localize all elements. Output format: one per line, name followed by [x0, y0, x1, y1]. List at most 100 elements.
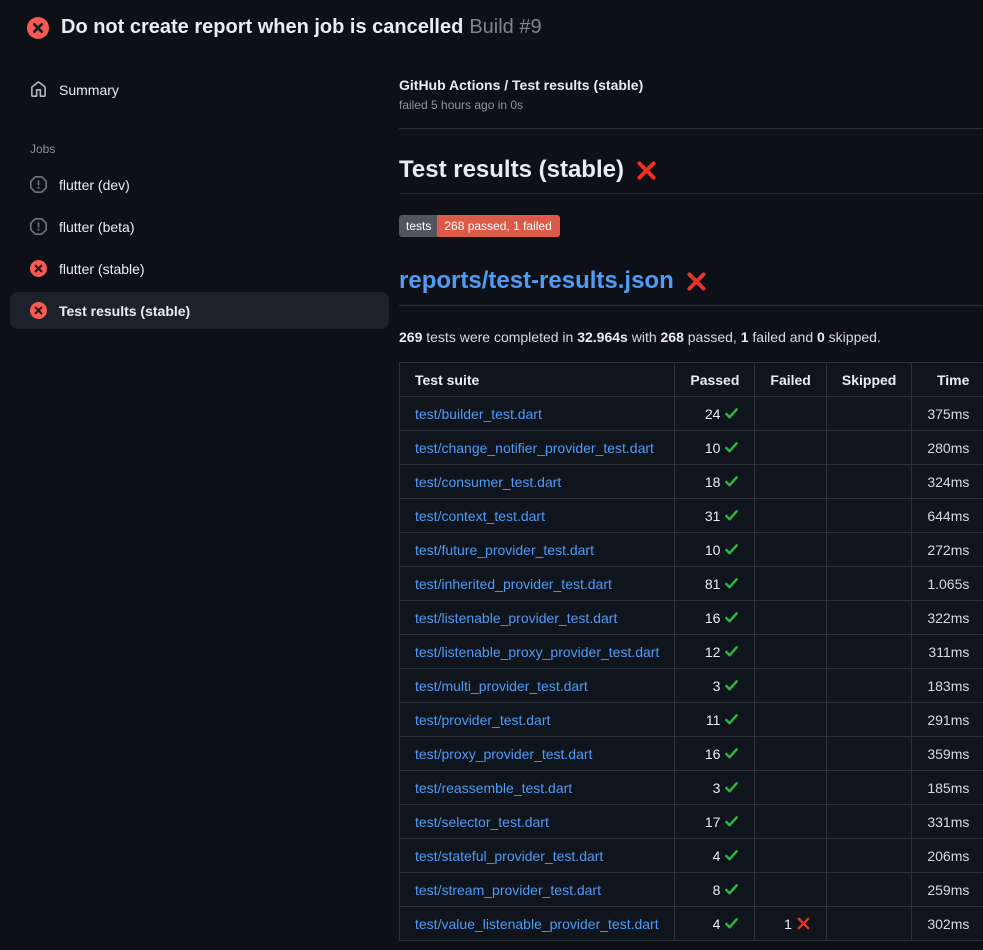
passed-cell: 16	[675, 601, 755, 635]
failed-cell	[755, 873, 826, 907]
check-icon	[724, 576, 739, 591]
sidebar-job-item[interactable]: Test results (stable)	[10, 292, 389, 329]
time-cell: 331ms	[912, 805, 983, 839]
failed-cell	[755, 601, 826, 635]
suite-cell: test/consumer_test.dart	[400, 465, 675, 499]
main-content: GitHub Actions / Test results (stable) f…	[399, 49, 983, 941]
sidebar-job-item[interactable]: flutter (stable)	[10, 250, 389, 287]
divider	[399, 128, 983, 129]
summary-fragment: 32.964s	[577, 329, 628, 345]
stop-icon	[30, 218, 47, 235]
table-row: test/inherited_provider_test.dart 81 1.065…	[400, 567, 983, 601]
jobs-list: flutter (dev) flutter (beta) flutter (stab…	[10, 166, 389, 329]
summary-fragment: skipped.	[825, 329, 881, 345]
column-header: Failed	[755, 363, 826, 397]
skipped-cell	[826, 873, 911, 907]
check-icon	[724, 610, 739, 625]
check-icon	[724, 916, 739, 931]
badge-label: tests	[399, 215, 437, 237]
table-row: test/provider_test.dart 11 291ms	[400, 703, 983, 737]
skipped-cell	[826, 499, 911, 533]
suite-cell: test/selector_test.dart	[400, 805, 675, 839]
suite-cell: test/builder_test.dart	[400, 397, 675, 431]
run-title-line: Do not create report when job is cancell…	[61, 16, 542, 39]
suite-cell: test/provider_test.dart	[400, 703, 675, 737]
check-icon	[724, 440, 739, 455]
time-cell: 302ms	[912, 907, 983, 941]
suite-cell: test/inherited_provider_test.dart	[400, 567, 675, 601]
failed-cell	[755, 669, 826, 703]
table-row: test/change_notifier_provider_test.dart1…	[400, 431, 983, 465]
check-icon	[724, 678, 739, 693]
passed-cell: 11	[675, 703, 755, 737]
report-title: reports/test-results.json	[399, 267, 983, 306]
test-suite-link[interactable]: test/stateful_provider_test.dart	[415, 848, 603, 864]
failed-cell	[755, 499, 826, 533]
test-suite-link[interactable]: test/listenable_provider_test.dart	[415, 610, 617, 626]
section-title: Test results (stable)	[399, 156, 983, 194]
cross-mark-icon	[686, 271, 707, 292]
table-row: test/stateful_provider_test.dart4206ms	[400, 839, 983, 873]
failed-cell	[755, 567, 826, 601]
time-cell: 644ms	[912, 499, 983, 533]
test-suite-link[interactable]: test/reassemble_test.dart	[415, 780, 572, 796]
test-suite-link[interactable]: test/future_provider_test.dart	[415, 542, 594, 558]
table-row: test/selector_test.dart17331ms	[400, 805, 983, 839]
test-suite-link[interactable]: test/proxy_provider_test.dart	[415, 746, 592, 762]
time-cell: 291ms	[912, 703, 983, 737]
test-results-table: Test suitePassedFailedSkippedTime test/b…	[399, 362, 983, 941]
test-suite-link[interactable]: test/change_notifier_provider_test.dart	[415, 440, 654, 456]
summary-fragment: failed and	[749, 329, 818, 345]
test-suite-link[interactable]: test/consumer_test.dart	[415, 474, 561, 490]
table-row: test/context_test.dart31644ms	[400, 499, 983, 533]
test-suite-link[interactable]: test/value_listenable_provider_test.dart	[415, 916, 659, 932]
test-suite-link[interactable]: test/listenable_proxy_provider_test.dart	[415, 644, 659, 660]
test-suite-link[interactable]: test/stream_provider_test.dart	[415, 882, 601, 898]
test-suite-link[interactable]: test/provider_test.dart	[415, 712, 550, 728]
sidebar-job-item[interactable]: flutter (beta)	[10, 208, 389, 245]
suite-cell: test/context_test.dart	[400, 499, 675, 533]
table-row: test/consumer_test.dart18324ms	[400, 465, 983, 499]
job-label: flutter (dev)	[59, 177, 130, 193]
time-cell: 183ms	[912, 669, 983, 703]
summary-fragment: tests were completed in	[422, 329, 577, 345]
passed-cell: 3	[675, 669, 755, 703]
x-circle-fill-icon	[30, 302, 47, 319]
suite-cell: test/listenable_proxy_provider_test.dart	[400, 635, 675, 669]
sidebar: Summary Jobs flutter (dev) flutter (beta)…	[0, 49, 399, 334]
skipped-cell	[826, 431, 911, 465]
report-file-link[interactable]: reports/test-results.json	[399, 267, 674, 295]
skipped-cell	[826, 635, 911, 669]
x-circle-fill-icon	[27, 17, 49, 39]
test-suite-link[interactable]: test/context_test.dart	[415, 508, 545, 524]
check-icon	[724, 746, 739, 761]
test-suite-link[interactable]: test/selector_test.dart	[415, 814, 549, 830]
summary-fragment: with	[628, 329, 661, 345]
time-cell: 206ms	[912, 839, 983, 873]
table-row: test/listenable_provider_test.dart 16 322m…	[400, 601, 983, 635]
time-cell: 375ms	[912, 397, 983, 431]
passed-cell: 81	[675, 567, 755, 601]
skipped-cell	[826, 703, 911, 737]
table-row: test/future_provider_test.dart10272ms	[400, 533, 983, 567]
suite-cell: test/future_provider_test.dart	[400, 533, 675, 567]
failed-cell	[755, 397, 826, 431]
sidebar-item-summary[interactable]: Summary	[10, 71, 389, 108]
top-header: Do not create report when job is cancell…	[0, 0, 983, 49]
sidebar-job-item[interactable]: flutter (dev)	[10, 166, 389, 203]
time-cell: 322ms	[912, 601, 983, 635]
test-suite-link[interactable]: test/multi_provider_test.dart	[415, 678, 588, 694]
summary-fragment: 1	[741, 329, 749, 345]
jobs-section-label: Jobs	[10, 142, 389, 166]
test-suite-link[interactable]: test/inherited_provider_test.dart	[415, 576, 612, 592]
table-row: test/builder_test.dart24375ms	[400, 397, 983, 431]
passed-cell: 16	[675, 737, 755, 771]
column-header: Passed	[675, 363, 755, 397]
time-cell: 1.065s	[912, 567, 983, 601]
skipped-cell	[826, 533, 911, 567]
check-icon	[724, 644, 739, 659]
test-suite-link[interactable]: test/builder_test.dart	[415, 406, 542, 422]
check-icon	[724, 406, 739, 421]
time-cell: 324ms	[912, 465, 983, 499]
passed-cell: 12	[675, 635, 755, 669]
